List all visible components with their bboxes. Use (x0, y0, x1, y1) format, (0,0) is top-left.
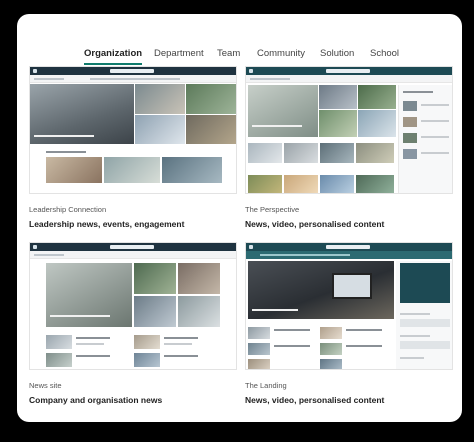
hero-image-building (135, 115, 185, 144)
hero-image-desk (186, 115, 236, 144)
tile-image (356, 175, 394, 193)
tile-image (248, 175, 282, 193)
category-tabs: Organization Department Team Community S… (17, 48, 462, 68)
list-thumb (46, 335, 72, 349)
template-thumbnail-news-site[interactable] (29, 242, 237, 370)
hero-image-person (46, 263, 132, 327)
list-thumb (320, 359, 342, 369)
list-thumb (320, 327, 342, 339)
thumbnail-suite-bar (30, 67, 236, 75)
list-thumb (320, 343, 342, 355)
list-thumb (248, 359, 270, 369)
hero-image-people (135, 84, 185, 114)
list-thumb (134, 353, 160, 367)
tab-organization[interactable]: Organization (84, 48, 143, 65)
tile-image (356, 143, 394, 163)
template-thumbnail-the-perspective[interactable] (245, 66, 453, 194)
template-title: News, video, personalised content (245, 219, 385, 229)
news-photo (162, 157, 222, 183)
list-thumb (248, 327, 270, 339)
tab-team[interactable]: Team (217, 48, 240, 59)
list-thumb (46, 353, 72, 367)
tile-image (358, 85, 396, 109)
template-subtitle: The Landing (245, 381, 287, 390)
template-thumbnail-leadership-connection[interactable] (29, 66, 237, 194)
right-rail (396, 261, 452, 369)
tile-image (178, 296, 220, 327)
template-thumbnail-the-landing[interactable] (245, 242, 453, 370)
thumbnail-site-header (30, 75, 236, 83)
executive-photo (46, 157, 102, 183)
tile-image (320, 143, 354, 163)
tile-image (319, 85, 357, 109)
template-title: Leadership news, events, engagement (29, 219, 185, 229)
tile-image (284, 175, 318, 193)
tile-image (134, 263, 176, 294)
tab-department[interactable]: Department (154, 48, 204, 59)
thumbnail-site-header (246, 75, 452, 83)
template-subtitle: Leadership Connection (29, 205, 107, 214)
template-subtitle: The Perspective (245, 205, 300, 214)
tile-image (320, 175, 354, 193)
thumbnail-suite-bar (246, 243, 452, 251)
tab-community[interactable]: Community (257, 48, 305, 59)
thumbnail-site-header (246, 251, 452, 259)
template-subtitle: News site (29, 381, 62, 390)
list-thumb (248, 343, 270, 355)
tab-solution[interactable]: Solution (320, 48, 354, 59)
hero-image-person (248, 85, 318, 137)
right-rail (398, 85, 452, 193)
template-title: Company and organisation news (29, 395, 163, 405)
hero-image-plants (186, 84, 236, 114)
tile-image (358, 110, 396, 137)
list-thumb (134, 335, 160, 349)
tile-image (284, 143, 318, 163)
tile-image (319, 110, 357, 137)
thumbnail-suite-bar (30, 243, 236, 251)
template-title: News, video, personalised content (245, 395, 385, 405)
tile-image (134, 296, 176, 327)
tile-image (248, 143, 282, 163)
thumbnail-suite-bar (246, 67, 452, 75)
tile-image (178, 263, 220, 294)
tab-school[interactable]: School (370, 48, 399, 59)
news-photo (104, 157, 160, 183)
template-gallery-card: Organization Department Team Community S… (17, 14, 462, 422)
thumbnail-site-header (30, 251, 236, 259)
